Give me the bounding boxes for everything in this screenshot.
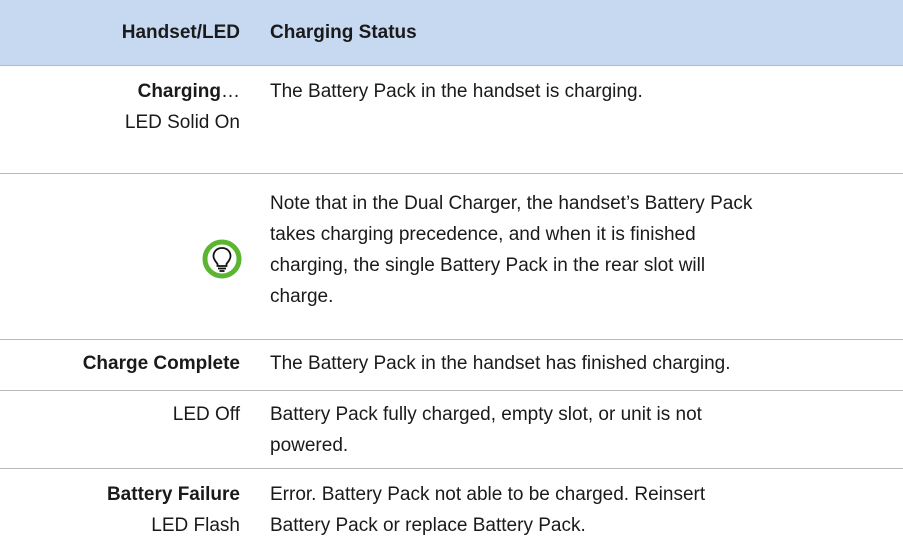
row-description: Error. Battery Pack not able to be charg… xyxy=(252,479,903,554)
text-line: Battery Pack fully charged, empty slot, … xyxy=(270,404,702,425)
status-suffix: … xyxy=(221,81,240,102)
row-label xyxy=(0,178,252,339)
text-line: takes charging precedence, and when it i… xyxy=(270,224,696,245)
led-state: LED Flash xyxy=(151,515,240,536)
row-description: The Battery Pack in the handset has fini… xyxy=(270,353,731,374)
status-name: Charge Complete xyxy=(82,353,240,374)
status-name: Battery Failure xyxy=(106,484,240,505)
led-state: LED Solid On xyxy=(124,112,240,133)
header-handset-led: Handset/LED xyxy=(121,22,240,43)
table-row: Charging… LED Solid On The Battery Pack … xyxy=(0,66,903,174)
lightbulb-tip-icon xyxy=(202,239,242,278)
status-name: Charging xyxy=(137,81,221,102)
header-charging-status: Charging Status xyxy=(270,22,417,43)
charging-status-table: Handset/LED Charging Status Charging… LE… xyxy=(0,0,903,554)
table-row: Note that in the Dual Charger, the hands… xyxy=(0,174,903,340)
table-row: Battery Failure LED Flash Error. Battery… xyxy=(0,469,903,554)
row-label: Charge Complete xyxy=(0,348,252,390)
row-description: Note that in the Dual Charger, the hands… xyxy=(252,188,903,339)
text-line: powered. xyxy=(270,435,349,456)
text-line: charging, the single Battery Pack in the… xyxy=(270,255,706,276)
row-label: Battery Failure LED Flash xyxy=(0,479,252,554)
row-label: Charging… LED Solid On xyxy=(0,76,252,173)
table-row: LED Off Battery Pack fully charged, empt… xyxy=(0,391,903,469)
text-line: charge. xyxy=(270,286,334,307)
table-row: Charge Complete The Battery Pack in the … xyxy=(0,340,903,391)
text-line: Battery Pack or replace Battery Pack. xyxy=(270,515,586,536)
row-description: Battery Pack fully charged, empty slot, … xyxy=(252,399,903,468)
led-state: LED Off xyxy=(172,404,240,425)
table-header: Handset/LED Charging Status xyxy=(0,0,903,66)
row-description: The Battery Pack in the handset is charg… xyxy=(270,81,643,102)
text-line: Note that in the Dual Charger, the hands… xyxy=(270,193,753,214)
text-line: Error. Battery Pack not able to be charg… xyxy=(270,484,706,505)
